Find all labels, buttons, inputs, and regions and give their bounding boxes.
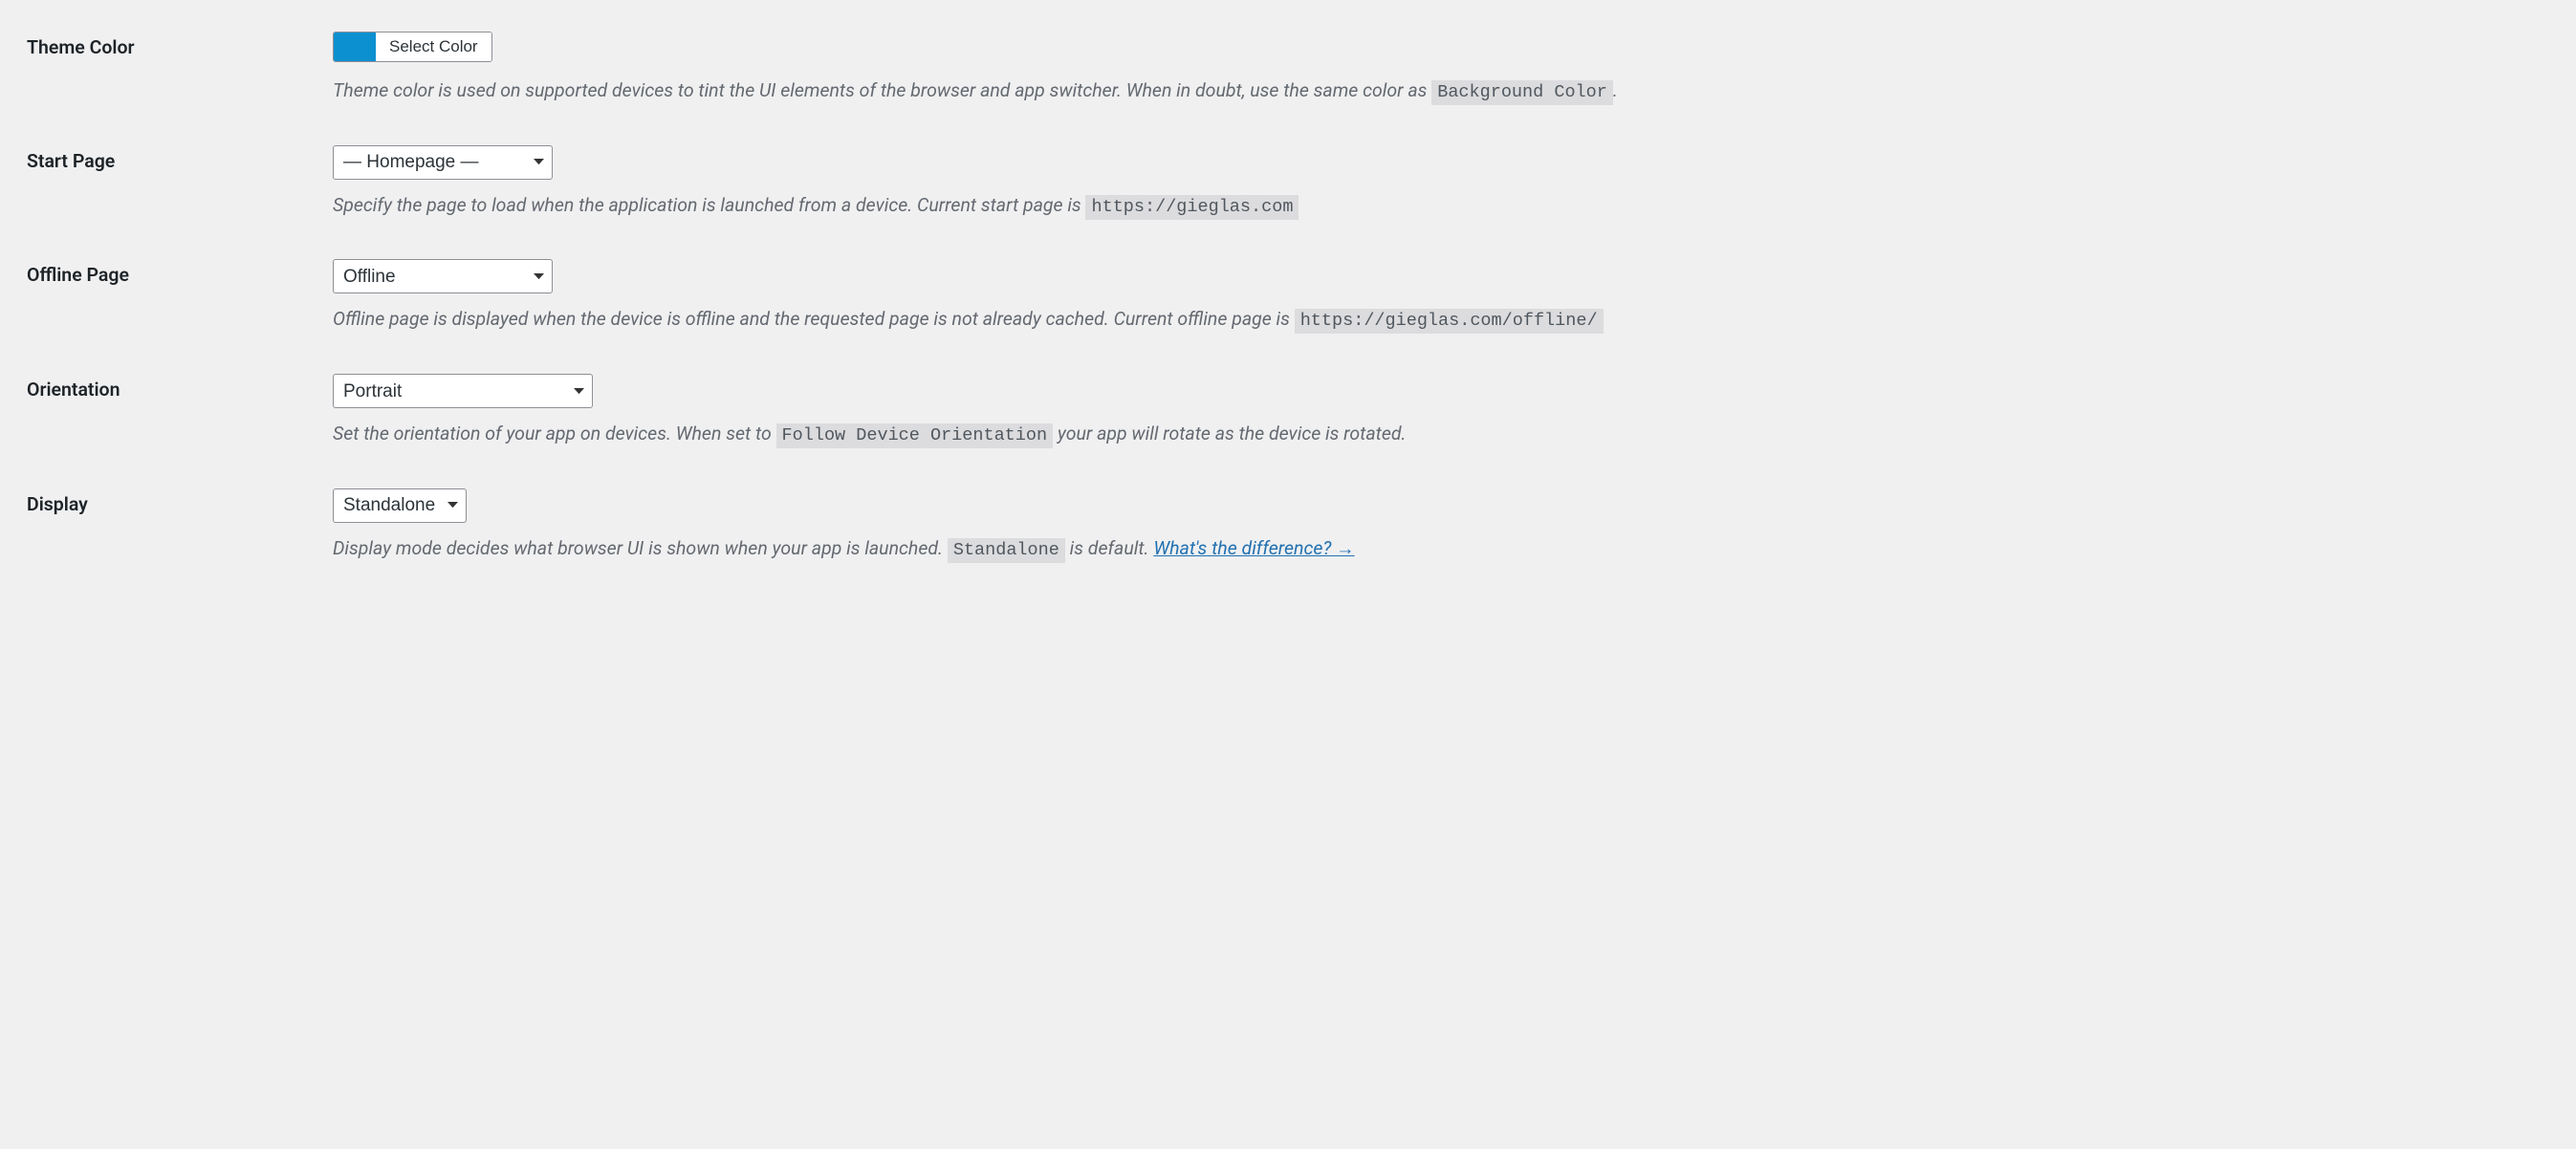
cell-display: Standalone Display mode decides what bro… bbox=[333, 474, 2549, 589]
cell-start-page: — Homepage — Specify the page to load wh… bbox=[333, 131, 2549, 246]
row-orientation: Orientation Portrait Set the orientation… bbox=[27, 359, 2549, 474]
orientation-desc-code: Follow Device Orientation bbox=[776, 423, 1054, 448]
theme-color-desc-text: Theme color is used on supported devices… bbox=[333, 79, 1431, 101]
orientation-desc-before: Set the orientation of your app on devic… bbox=[333, 423, 776, 444]
start-page-select[interactable]: — Homepage — bbox=[333, 145, 553, 180]
label-start-page: Start Page bbox=[27, 131, 333, 246]
theme-color-swatch bbox=[334, 33, 376, 61]
settings-form-table: Theme Color Select Color Theme color is … bbox=[27, 17, 2549, 588]
cell-theme-color: Select Color Theme color is used on supp… bbox=[333, 17, 2549, 131]
start-page-desc-text: Specify the page to load when the applic… bbox=[333, 194, 1085, 216]
display-desc-code: Standalone bbox=[948, 538, 1065, 563]
label-orientation: Orientation bbox=[27, 359, 333, 474]
start-page-description: Specify the page to load when the applic… bbox=[333, 191, 2540, 222]
cell-orientation: Portrait Set the orientation of your app… bbox=[333, 359, 2549, 474]
offline-page-description: Offline page is displayed when the devic… bbox=[333, 305, 2540, 336]
label-offline-page: Offline Page bbox=[27, 245, 333, 359]
row-display: Display Standalone Display mode decides … bbox=[27, 474, 2549, 589]
theme-color-desc-after: . bbox=[1613, 79, 1618, 101]
row-start-page: Start Page — Homepage — Specify the page… bbox=[27, 131, 2549, 246]
display-desc-mid: is default. bbox=[1065, 537, 1154, 559]
display-select[interactable]: Standalone bbox=[333, 488, 467, 523]
theme-color-picker[interactable]: Select Color bbox=[333, 32, 492, 62]
display-description: Display mode decides what browser UI is … bbox=[333, 534, 2540, 565]
offline-page-select[interactable]: Offline bbox=[333, 259, 553, 293]
row-offline-page: Offline Page Offline Offline page is dis… bbox=[27, 245, 2549, 359]
theme-color-description: Theme color is used on supported devices… bbox=[333, 76, 2540, 107]
cell-offline-page: Offline Offline page is displayed when t… bbox=[333, 245, 2549, 359]
orientation-description: Set the orientation of your app on devic… bbox=[333, 420, 2540, 450]
orientation-desc-after: your app will rotate as the device is ro… bbox=[1053, 423, 1406, 444]
label-display: Display bbox=[27, 474, 333, 589]
offline-page-desc-code: https://gieglas.com/offline/ bbox=[1295, 309, 1604, 334]
display-diff-link[interactable]: What's the difference? → bbox=[1153, 537, 1354, 559]
start-page-desc-code: https://gieglas.com bbox=[1085, 195, 1299, 220]
select-color-button[interactable]: Select Color bbox=[376, 33, 491, 61]
offline-page-desc-text: Offline page is displayed when the devic… bbox=[333, 308, 1295, 330]
row-theme-color: Theme Color Select Color Theme color is … bbox=[27, 17, 2549, 131]
display-desc-before: Display mode decides what browser UI is … bbox=[333, 537, 948, 559]
orientation-select[interactable]: Portrait bbox=[333, 374, 593, 408]
theme-color-desc-code: Background Color bbox=[1431, 80, 1613, 105]
label-theme-color: Theme Color bbox=[27, 17, 333, 131]
